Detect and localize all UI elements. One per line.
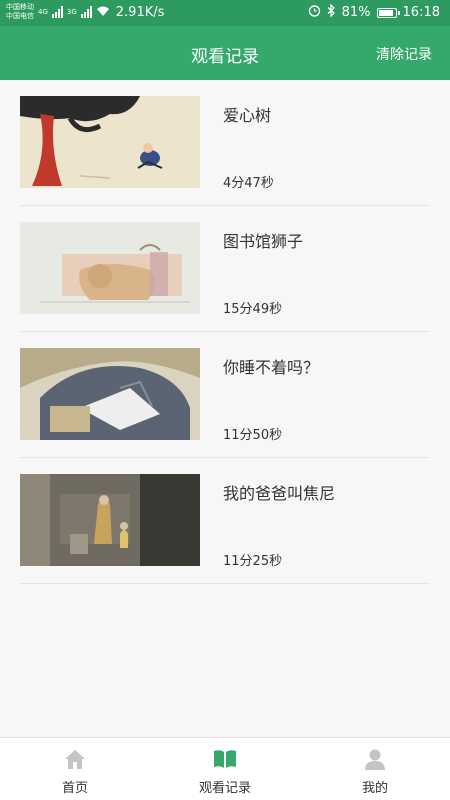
bottom-tab-bar: 首页 观看记录 我的 [0, 737, 450, 800]
home-icon [62, 748, 88, 770]
signal-icon [51, 6, 63, 18]
signal-icon [80, 6, 92, 18]
tab-label: 观看记录 [198, 781, 251, 796]
bluetooth-icon [327, 3, 336, 21]
video-title[interactable]: 爱心树 [223, 102, 271, 126]
video-title[interactable]: 图书馆狮子 [223, 228, 303, 252]
battery-percent: 81% [341, 5, 371, 20]
clock-time: 16:18 [402, 5, 440, 20]
app-header: 观看记录 清除记录 [0, 26, 450, 80]
video-duration: 11分25秒 [223, 554, 283, 569]
book-icon [212, 748, 238, 770]
tab-home[interactable]: 首页 [0, 738, 150, 800]
history-item[interactable]: 你睡不着吗？ 11分50秒 [20, 332, 430, 458]
status-bar: 中国移动 中国电信 4G 3G 2.91K/s 81% 16:18 [0, 0, 450, 26]
tab-label: 我的 [361, 781, 388, 796]
wifi-icon [96, 5, 110, 20]
profile-icon [362, 748, 388, 770]
video-duration: 15分49秒 [223, 302, 283, 317]
video-duration: 11分50秒 [223, 428, 283, 443]
net-speed: 2.91K/s [115, 4, 165, 20]
carrier-2: 中国电信 [6, 12, 34, 20]
tab-label: 首页 [61, 781, 88, 796]
network-type-2: 3G [66, 8, 77, 16]
alarm-icon [308, 4, 321, 21]
video-thumbnail[interactable] [20, 474, 200, 566]
carrier-info: 中国移动 中国电信 [6, 3, 34, 21]
tab-watch-history[interactable]: 观看记录 [150, 738, 300, 800]
video-thumbnail[interactable] [20, 96, 200, 188]
carrier-1: 中国移动 [6, 3, 34, 11]
video-thumbnail[interactable] [20, 222, 200, 314]
clear-history-button[interactable]: 清除记录 [376, 44, 432, 64]
history-item[interactable]: 图书馆狮子 15分49秒 [20, 206, 430, 332]
video-title[interactable]: 我的爸爸叫焦尼 [223, 480, 335, 504]
network-type-1: 4G [38, 8, 48, 16]
tab-profile[interactable]: 我的 [300, 738, 450, 800]
video-duration: 4分47秒 [223, 176, 274, 191]
video-thumbnail[interactable] [20, 348, 200, 440]
video-title[interactable]: 你睡不着吗？ [223, 354, 319, 378]
history-item[interactable]: 我的爸爸叫焦尼 11分25秒 [20, 458, 430, 584]
history-item[interactable]: 爱心树 4分47秒 [20, 80, 430, 206]
battery-icon [376, 7, 400, 18]
